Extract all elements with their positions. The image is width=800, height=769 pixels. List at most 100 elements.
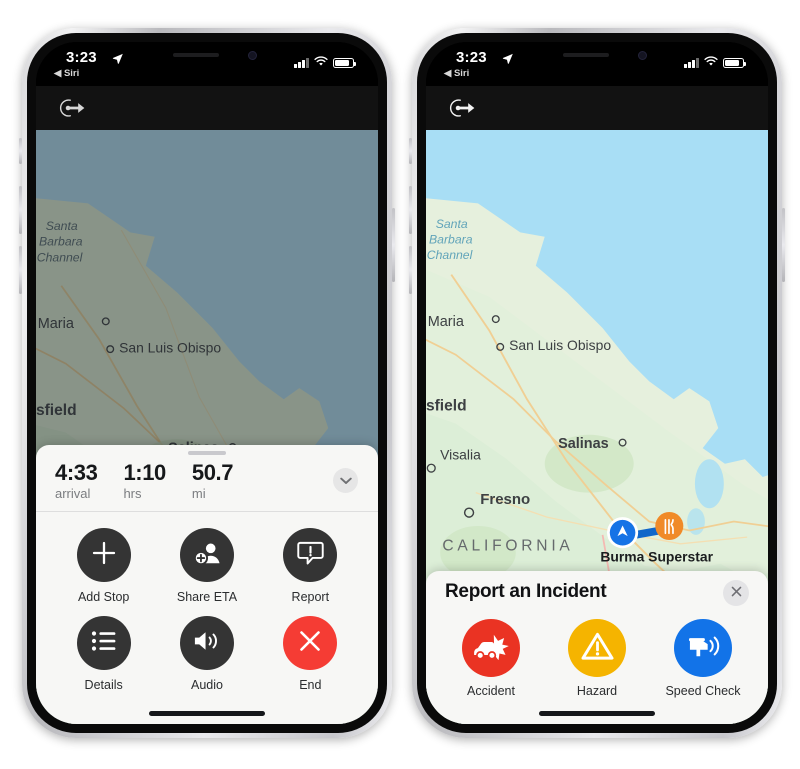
map-label: ersfield xyxy=(36,402,77,419)
map-label: Santa xyxy=(436,217,468,231)
report-button[interactable] xyxy=(283,528,338,582)
action-details[interactable]: Details xyxy=(59,616,149,692)
home-indicator-left[interactable] xyxy=(149,711,265,716)
incident-options-row: Accident Hazard Speed Check xyxy=(426,605,768,706)
action-add-stop[interactable]: Add Stop xyxy=(59,528,149,604)
details-button[interactable] xyxy=(76,616,131,670)
person-add-icon xyxy=(193,540,221,571)
report-bubble-icon xyxy=(297,540,324,571)
map-label: Channel xyxy=(427,248,473,262)
map-label: San Luis Obispo xyxy=(119,339,221,355)
map-label: ersfield xyxy=(426,397,467,414)
nav-actions-row-2: Details Audio End xyxy=(36,616,378,704)
incident-option-hazard[interactable]: Hazard xyxy=(548,619,646,698)
battery-icon xyxy=(333,58,356,68)
destination-pin xyxy=(655,511,684,541)
battery-icon xyxy=(723,58,746,68)
location-arrow-icon xyxy=(112,51,123,69)
volume-down-button[interactable] xyxy=(409,246,412,294)
map-label: a Maria xyxy=(426,314,465,330)
status-bar-right: 3:23 ◀ Siri xyxy=(426,42,768,86)
screenshot-stage: 3:23 ◀ Siri Santa Barbara Channel Maria … xyxy=(0,0,800,769)
incident-option-accident[interactable]: Accident xyxy=(442,619,540,698)
speed-check-button[interactable] xyxy=(674,619,732,677)
destination-label: Burma Superstar xyxy=(600,549,713,565)
action-report[interactable]: Report xyxy=(265,528,355,604)
map-label: CALIFORNIA xyxy=(442,537,573,554)
action-end[interactable]: End xyxy=(265,616,355,692)
front-camera-icon xyxy=(638,51,647,60)
map-label: Santa xyxy=(46,219,78,233)
earpiece-speaker-icon xyxy=(563,53,609,57)
nav-toolbar-right xyxy=(426,86,768,130)
back-to-siri-link[interactable]: ◀ Siri xyxy=(54,68,79,79)
audio-button[interactable] xyxy=(179,616,234,670)
close-report-sheet-button[interactable] xyxy=(723,580,749,606)
status-right-icons xyxy=(294,54,356,72)
map-label: Salinas xyxy=(558,436,609,452)
action-share-eta[interactable]: Share ETA xyxy=(162,528,252,604)
add-stop-button[interactable] xyxy=(76,528,131,582)
accident-button[interactable] xyxy=(462,619,520,677)
map-label: Fresno xyxy=(480,491,530,508)
report-incident-sheet[interactable]: Report an Incident Accident Hazard Speed… xyxy=(426,571,768,724)
phone-bezel-right: 3:23 ◀ Siri Santa Barbara Channel Maria … xyxy=(417,33,777,733)
silent-switch[interactable] xyxy=(409,138,412,164)
eta-duration-label: hrs xyxy=(123,486,142,501)
status-bar-left: 3:23 ◀ Siri xyxy=(36,42,378,86)
eta-distance-label: mi xyxy=(191,486,206,501)
volume-down-button[interactable] xyxy=(19,246,22,294)
audio-label: Audio xyxy=(190,678,223,692)
wifi-icon xyxy=(314,54,328,72)
speed-check-label: Speed Check xyxy=(665,684,741,698)
report-sheet-title: Report an Incident xyxy=(445,581,607,602)
map-label: a Maria xyxy=(36,316,75,332)
collapse-sheet-button[interactable] xyxy=(333,468,358,494)
eta-duration: 1:10 hrs xyxy=(123,460,166,501)
eta-distance: 50.7 mi xyxy=(191,460,234,501)
signal-bars-icon xyxy=(294,58,309,68)
nav-actions-grid: Add Stop Share ETA Report Details Audio … xyxy=(36,512,378,708)
volume-up-button[interactable] xyxy=(19,186,22,234)
x-close-icon xyxy=(731,584,742,602)
device-phone-left: 3:23 ◀ Siri Santa Barbara Channel Maria … xyxy=(19,28,395,738)
exit-navigation-icon[interactable] xyxy=(444,90,480,126)
x-close-icon xyxy=(297,628,323,659)
eta-arrival-label: arrival xyxy=(55,486,91,501)
nav-actions-row-1: Add Stop Share ETA Report xyxy=(36,528,378,616)
action-audio[interactable]: Audio xyxy=(162,616,252,692)
speaker-wave-icon xyxy=(192,629,221,658)
incident-option-speed-check[interactable]: Speed Check xyxy=(654,619,752,698)
back-to-siri-link[interactable]: ◀ Siri xyxy=(444,68,469,79)
signal-bars-icon xyxy=(684,58,699,68)
car-crash-icon xyxy=(471,631,511,666)
notch-left xyxy=(131,42,283,70)
end-label: End xyxy=(299,678,322,692)
map-label: Visalia xyxy=(440,446,481,462)
add-stop-label: Add Stop xyxy=(77,590,130,604)
exit-navigation-icon[interactable] xyxy=(54,90,90,126)
eta-sheet[interactable]: 4:33 arrival 1:10 hrs 50.7 mi Add Stop S… xyxy=(36,444,378,724)
hazard-button[interactable] xyxy=(568,619,626,677)
map-label: Channel xyxy=(37,250,83,264)
report-sheet-header: Report an Incident xyxy=(426,571,768,606)
volume-up-button[interactable] xyxy=(409,186,412,234)
plus-icon xyxy=(91,540,117,571)
eta-distance-value: 50.7 xyxy=(191,460,234,486)
notch-right xyxy=(521,42,673,70)
power-button[interactable] xyxy=(782,208,785,282)
warning-triangle-icon xyxy=(580,631,614,666)
speed-camera-icon xyxy=(685,632,721,665)
power-button[interactable] xyxy=(392,208,395,282)
silent-switch[interactable] xyxy=(19,138,22,164)
home-indicator-right[interactable] xyxy=(539,711,655,716)
chevron-down-icon xyxy=(339,472,352,490)
share-eta-label: Share ETA xyxy=(176,590,238,604)
report-label: Report xyxy=(291,590,330,604)
end-navigation-button[interactable] xyxy=(283,616,338,670)
location-arrow-icon xyxy=(502,51,513,69)
wifi-icon xyxy=(704,54,718,72)
share-eta-button[interactable] xyxy=(179,528,234,582)
eta-duration-value: 1:10 xyxy=(123,460,166,486)
earpiece-speaker-icon xyxy=(173,53,219,57)
